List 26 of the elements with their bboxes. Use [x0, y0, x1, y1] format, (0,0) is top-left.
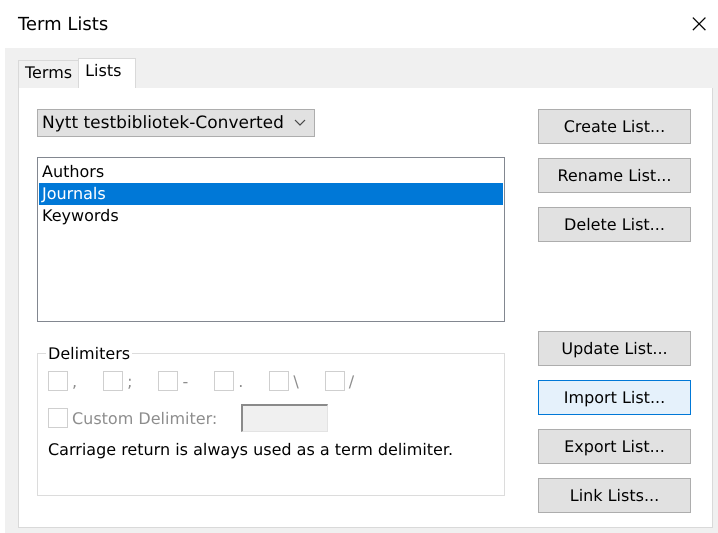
list-button[interactable]: Update List...	[538, 331, 691, 366]
window-title: Term Lists	[18, 14, 108, 34]
list-item[interactable]: Journals	[39, 183, 503, 205]
checkbox-label: -	[182, 372, 188, 390]
close-button[interactable]: ×	[688, 11, 710, 37]
tab[interactable]: Lists	[78, 58, 136, 88]
checkbox-label: Custom Delimiter:	[72, 408, 218, 428]
library-dropdown[interactable]: Nytt testbibliotek-Converted	[37, 109, 315, 137]
list-button[interactable]: Import List...	[538, 380, 691, 415]
list-button[interactable]: Link Lists...	[538, 478, 691, 513]
checkbox-label: /	[348, 372, 354, 390]
chevron-down-icon	[294, 119, 306, 127]
note-text: Carriage return is always used as a term delimiter.	[48, 440, 454, 459]
list-button[interactable]: Export List...	[538, 429, 691, 464]
list-item[interactable]: Authors	[39, 161, 503, 183]
list-box[interactable]: Authors Journals Keywords	[37, 157, 505, 322]
tab[interactable]: Terms	[18, 60, 80, 88]
checkbox-label: ,	[72, 372, 78, 390]
list-button[interactable]: Create List...	[538, 109, 691, 144]
list-button[interactable]: Rename List...	[538, 158, 691, 193]
list-item[interactable]: Keywords	[39, 205, 503, 227]
group-label: Delimiters	[47, 344, 132, 363]
list-button[interactable]: Delete List...	[538, 207, 691, 242]
checkbox-label: \	[293, 372, 299, 390]
checkbox-label: .	[238, 372, 244, 390]
checkbox-label: ;	[127, 372, 132, 390]
